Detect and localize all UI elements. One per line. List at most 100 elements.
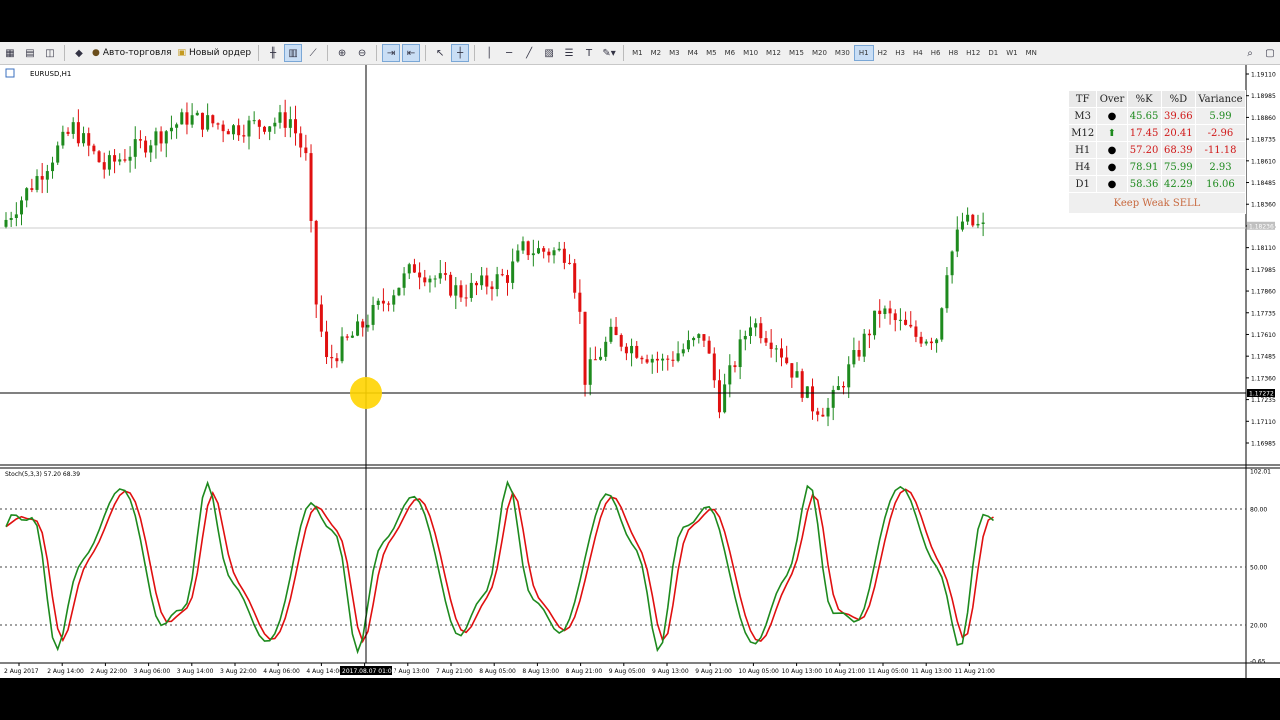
candle-body (800, 371, 804, 398)
candle-body (599, 356, 603, 360)
timeframe-m20-button[interactable]: M20 (808, 46, 831, 60)
timeframe-cell: D1 (1067, 175, 1098, 193)
metaeditor-icon[interactable]: ◆ (70, 44, 88, 62)
candle-body (438, 273, 442, 279)
timeframe-m30-button[interactable]: M30 (831, 46, 854, 60)
candle-body (464, 297, 468, 299)
timeframe-m15-button[interactable]: M15 (785, 46, 808, 60)
crosshair-icon[interactable]: ┼ (451, 44, 470, 62)
new-order-button[interactable]: ▣ Новый ордер (174, 44, 254, 62)
toolbar-separator (376, 45, 378, 61)
candle-body (811, 386, 815, 412)
search-icon[interactable]: ⌕ (1241, 44, 1259, 62)
candle-body (805, 386, 809, 398)
candle-body (547, 251, 551, 256)
timeframe-m1-button[interactable]: M1 (628, 46, 647, 60)
candle-body (521, 241, 525, 251)
shapes-icon[interactable]: ✎▾ (600, 44, 618, 62)
timeframe-h3-button[interactable]: H3 (891, 46, 909, 60)
candle-body (893, 313, 897, 321)
time-tick-label: 9 Aug 13:00 (652, 668, 689, 675)
timeframe-h6-button[interactable]: H6 (927, 46, 945, 60)
candle-body (387, 303, 391, 305)
timeframe-h2-button[interactable]: H2 (874, 46, 892, 60)
line-chart-icon[interactable]: ⟋ (304, 44, 322, 62)
candle-body (857, 350, 861, 357)
crosshair-price-label: 1.17272 (1249, 391, 1274, 398)
toolbar-separator (474, 45, 476, 61)
candle-body (562, 248, 566, 263)
timeframe-m6-button[interactable]: M6 (721, 46, 740, 60)
candle-body (733, 365, 737, 368)
candle-body (774, 348, 778, 350)
candle-body (707, 340, 711, 354)
vertical-line-icon[interactable]: │ (480, 44, 498, 62)
horizontal-line-icon[interactable]: ─ (500, 44, 518, 62)
timeframe-m12-button[interactable]: M12 (762, 46, 785, 60)
timeframe-h1-button[interactable]: H1 (853, 45, 874, 61)
candle-body (650, 358, 654, 363)
candle-body (211, 115, 215, 124)
candle-body (583, 311, 587, 385)
candle-body (407, 264, 411, 274)
d-value-cell: 20.41 (1160, 124, 1196, 142)
fibonacci-icon[interactable]: ☰ (560, 44, 578, 62)
candlestick-chart-icon[interactable]: ▥ (284, 44, 303, 62)
candle-body (924, 341, 928, 344)
candle-body (454, 285, 458, 296)
candle-body (381, 300, 385, 304)
timeframe-h12-button[interactable]: H12 (962, 46, 984, 60)
price-tick-label: 1.18985 (1251, 93, 1276, 100)
candle-body (867, 333, 871, 336)
candle-body (960, 221, 964, 230)
candle-body (511, 261, 515, 283)
time-tick-label: 7 Aug 13:00 (393, 668, 430, 675)
candle-body (82, 133, 86, 144)
zoom-in-icon[interactable]: ⊕ (333, 44, 351, 62)
timeframe-h4-button[interactable]: H4 (909, 46, 927, 60)
cursor-icon[interactable]: ↖ (431, 44, 449, 62)
candle-body (898, 319, 902, 321)
dot-icon: ● (1096, 107, 1128, 125)
autotrading-button[interactable]: ● Авто-торговля (89, 44, 174, 62)
market-watch-icon[interactable]: ◫ (41, 44, 59, 62)
timeframe-d1-button[interactable]: D1 (984, 46, 1002, 60)
timeframe-h8-button[interactable]: H8 (944, 46, 962, 60)
candle-body (66, 131, 70, 134)
trendline-icon[interactable]: ╱ (520, 44, 538, 62)
auto-scroll-icon[interactable]: ⇥ (382, 44, 401, 62)
candle-body (402, 273, 406, 288)
toolbar-separator (64, 45, 65, 61)
chart-shift-icon[interactable]: ⇤ (402, 44, 421, 62)
timeframe-m10-button[interactable]: M10 (739, 46, 762, 60)
candle-body (826, 407, 830, 417)
channel-icon[interactable]: ▧ (540, 44, 558, 62)
stochastic-dashboard: TF Over %K %D Variance M3 ● 45.65 39.66 5.99… (1067, 90, 1247, 214)
candle-body (505, 275, 509, 283)
chat-icon[interactable]: ▢ (1261, 44, 1279, 62)
candle-body (640, 357, 644, 360)
candle-body (769, 342, 773, 349)
candle-body (692, 337, 696, 341)
candle-body (950, 251, 954, 276)
candle-body (335, 358, 339, 362)
zoom-out-icon[interactable]: ⊖ (353, 44, 371, 62)
candle-body (9, 218, 13, 220)
candle-body (588, 359, 592, 385)
timeframe-w1-button[interactable]: W1 (1002, 46, 1021, 60)
timeframe-m4-button[interactable]: M4 (684, 46, 703, 60)
timeframe-m5-button[interactable]: M5 (702, 46, 721, 60)
profiles-icon[interactable]: ▤ (21, 44, 39, 62)
text-icon[interactable]: T (580, 44, 598, 62)
chart-area[interactable]: EURUSD,H1 Stoch(5,3,3) 57.20 68.39 1.19110… (0, 65, 1280, 678)
timeframe-m3-button[interactable]: M3 (665, 46, 684, 60)
bar-chart-icon[interactable]: ╫ (264, 44, 282, 62)
candle-body (542, 248, 546, 252)
candle-body (242, 135, 246, 137)
timeframe-cell: M3 (1067, 107, 1098, 125)
timeframe-m2-button[interactable]: M2 (647, 46, 666, 60)
new-chart-icon[interactable]: ▦ (1, 44, 19, 62)
timeframe-mn-button[interactable]: MN (1022, 46, 1041, 60)
price-tick-label: 1.17235 (1251, 397, 1276, 404)
candle-body (630, 345, 634, 354)
